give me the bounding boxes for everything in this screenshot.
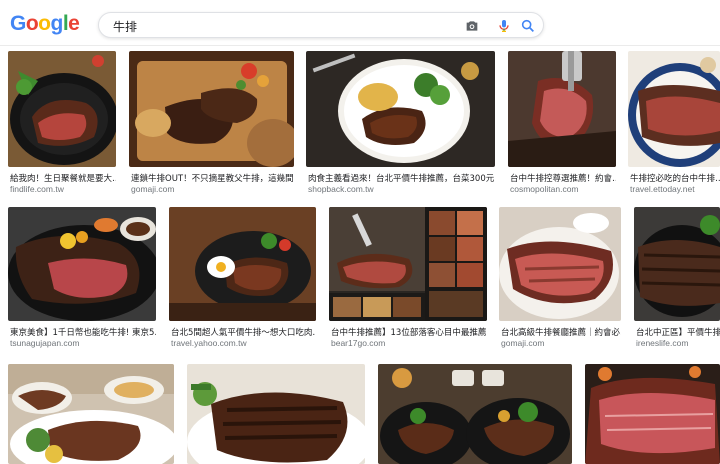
google-logo[interactable]: Google <box>10 12 80 36</box>
result-domain: shopback.com.tw <box>308 184 374 194</box>
result-thumbnail[interactable] <box>8 51 116 167</box>
image-result[interactable]: 台北中正區】平價牛排+… ireneslife.com <box>634 207 720 352</box>
logo-letter: g <box>50 12 64 35</box>
image-result[interactable]: 東京美食】1千日幣也能吃牛排! 東京5… tsunagujapan.com <box>8 207 156 352</box>
result-thumbnail[interactable] <box>129 51 294 167</box>
result-domain: bear17go.com <box>331 338 386 348</box>
microphone-icon[interactable] <box>496 18 512 34</box>
image-result[interactable] <box>187 364 365 464</box>
result-domain: cosmopolitan.com <box>510 184 579 194</box>
image-result[interactable]: 台北5間超人氣平價牛排～想大口吃肉… travel.yahoo.com.tw <box>169 207 316 352</box>
result-thumbnail[interactable] <box>8 207 156 321</box>
result-thumbnail[interactable] <box>634 207 720 321</box>
result-thumbnail[interactable] <box>187 364 365 464</box>
logo-letter: o <box>38 12 51 35</box>
result-caption: 東京美食】1千日幣也能吃牛排! 東京5… <box>10 328 156 338</box>
result-thumbnail[interactable] <box>628 51 720 167</box>
image-result[interactable] <box>8 364 174 464</box>
result-caption: 台北中正區】平價牛排+… <box>636 328 720 338</box>
result-caption: 台北高級牛排餐廳推薦｜約會必… <box>501 328 621 338</box>
camera-icon[interactable] <box>464 18 480 34</box>
result-caption: 連鎖牛排OUT！不只摘星教父牛排，這幾間… <box>131 174 294 184</box>
result-caption: 給我肉！生日聚餐就是要大… <box>10 174 116 184</box>
result-thumbnail[interactable] <box>169 207 316 321</box>
logo-letter: e <box>68 12 80 35</box>
result-domain: gomaji.com <box>501 338 545 348</box>
result-thumbnail[interactable] <box>8 364 174 464</box>
result-domain: travel.yahoo.com.tw <box>171 338 247 348</box>
result-domain: findlife.com.tw <box>10 184 64 194</box>
search-input[interactable] <box>113 17 443 35</box>
result-caption: 台中牛排控尊選推薦！約會… <box>510 174 616 184</box>
image-result[interactable]: 牛排控必吃的台中牛排… travel.ettoday.net <box>628 51 720 196</box>
image-result[interactable]: 台中牛排推薦】13位部落客心目中最推薦… bear17go.com <box>329 207 487 352</box>
search-icon[interactable] <box>520 18 536 34</box>
image-result[interactable] <box>585 364 720 464</box>
image-result[interactable]: 給我肉！生日聚餐就是要大… findlife.com.tw <box>8 51 116 196</box>
result-thumbnail[interactable] <box>306 51 495 167</box>
result-thumbnail[interactable] <box>508 51 616 167</box>
search-box[interactable] <box>98 12 544 38</box>
image-result[interactable]: 台中牛排控尊選推薦！約會… cosmopolitan.com <box>508 51 616 196</box>
image-result[interactable]: 台北高級牛排餐廳推薦｜約會必… gomaji.com <box>499 207 621 352</box>
image-result[interactable]: 連鎖牛排OUT！不只摘星教父牛排，這幾間… gomaji.com <box>129 51 294 196</box>
image-result[interactable] <box>378 364 572 464</box>
logo-letter: G <box>10 12 26 35</box>
result-caption: 台中牛排推薦】13位部落客心目中最推薦… <box>331 328 487 338</box>
header: Google <box>0 0 720 46</box>
result-thumbnail[interactable] <box>585 364 720 464</box>
result-domain: tsunagujapan.com <box>10 338 80 348</box>
result-domain: ireneslife.com <box>636 338 689 348</box>
result-domain: travel.ettoday.net <box>630 184 695 194</box>
result-caption: 肉食主義看過來！台北平價牛排推薦，台菜300元… <box>308 174 495 184</box>
result-caption: 台北5間超人氣平價牛排～想大口吃肉… <box>171 328 316 338</box>
result-domain: gomaji.com <box>131 184 175 194</box>
logo-letter: o <box>25 12 39 35</box>
result-thumbnail[interactable] <box>329 207 487 321</box>
result-caption: 牛排控必吃的台中牛排… <box>630 174 720 184</box>
result-thumbnail[interactable] <box>499 207 621 321</box>
image-result[interactable]: 肉食主義看過來！台北平價牛排推薦，台菜300元… shopback.com.tw <box>306 51 495 196</box>
result-thumbnail[interactable] <box>378 364 572 464</box>
